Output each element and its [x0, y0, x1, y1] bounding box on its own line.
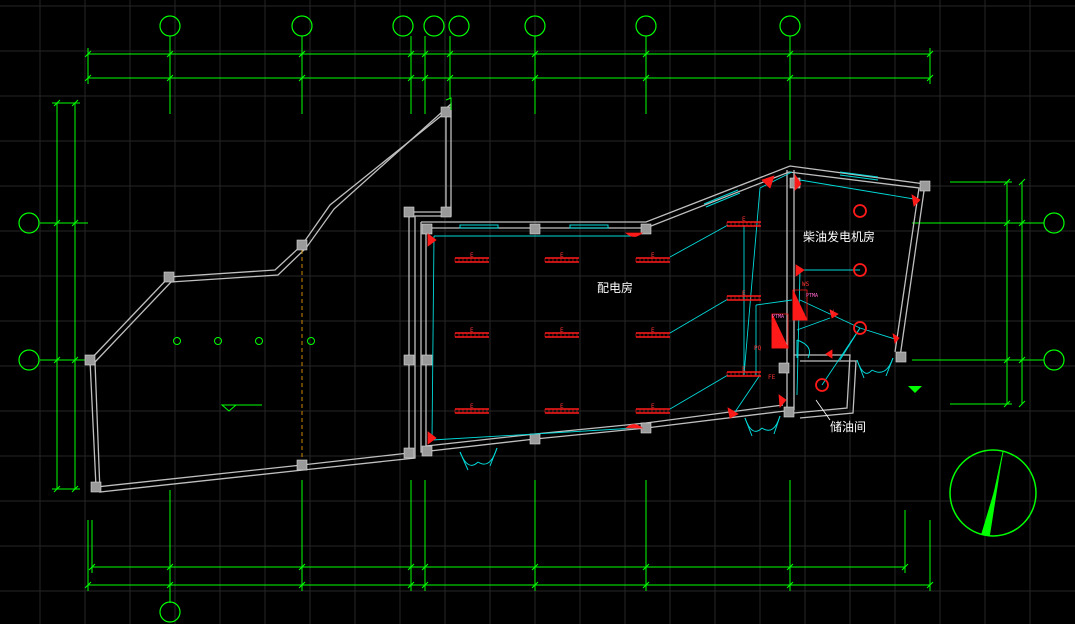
fixture-tag: E [742, 216, 746, 223]
column [403, 354, 415, 366]
fixture-tag: E [470, 252, 474, 259]
fixture-tag: E [651, 327, 655, 334]
fixture-tag: E [742, 290, 746, 297]
column [529, 223, 541, 235]
fluorescent-fixture: E [635, 252, 670, 263]
fixture-tag: E [742, 366, 746, 373]
column [440, 206, 452, 218]
column [895, 351, 907, 363]
cad-canvas[interactable]: E E E E E E E E E E E E WS PTMA PTMA W PQ FE 配电房 柴油… [0, 0, 1075, 624]
room-label-generator: 柴油发电机房 [803, 229, 875, 244]
north-arrow-icon [949, 449, 1037, 537]
column [84, 354, 96, 366]
floor-plan-drawing[interactable]: E E E E E E E E E E E E WS PTMA PTMA W PQ FE … [0, 0, 1075, 624]
column [440, 106, 452, 118]
column [778, 362, 790, 374]
cable-lines [431, 171, 921, 441]
axis-bubbles [18, 15, 1065, 623]
tag-ptma-2: PTMA [772, 314, 784, 320]
dimension-ticks [53, 50, 1026, 589]
structural-columns [84, 106, 931, 493]
column [403, 206, 415, 218]
column [163, 271, 175, 283]
column [421, 354, 433, 366]
tag-w: W [830, 309, 834, 316]
room-label-oil: 储油间 [830, 419, 866, 434]
fluorescent-fixture: E [544, 252, 579, 263]
tag-pq: PQ [754, 345, 762, 352]
fluorescent-fixture: E [544, 327, 579, 338]
fluorescent-fixture: E [454, 252, 489, 263]
column [296, 239, 308, 251]
column [403, 447, 415, 459]
fixture-tag: E [560, 403, 564, 410]
column [90, 481, 102, 493]
axis-lines [40, 36, 1044, 603]
background-grid [0, 0, 1075, 624]
room-label-power: 配电房 [597, 280, 633, 295]
fluorescent-fixture: E [726, 216, 761, 227]
column [919, 180, 931, 192]
column [783, 406, 795, 418]
column [640, 223, 652, 235]
tag-ptma-1: PTMA [806, 293, 818, 299]
column [421, 445, 433, 457]
fixture-tag: E [560, 327, 564, 334]
fixture-tag: E [470, 403, 474, 410]
tag-fe: FE [768, 374, 776, 381]
fluorescent-fixture: E [635, 327, 670, 338]
column [296, 459, 308, 471]
tag-ws: WS [802, 281, 810, 288]
emergency-devices [427, 173, 921, 445]
fixture-tag: E [651, 403, 655, 410]
fixture-tag: E [651, 252, 655, 259]
column [421, 223, 433, 235]
floor-drains [173, 337, 315, 345]
fixture-tag: E [470, 327, 474, 334]
fixture-tag: E [560, 252, 564, 259]
fluorescent-fixture: E [454, 327, 489, 338]
column [529, 433, 541, 445]
